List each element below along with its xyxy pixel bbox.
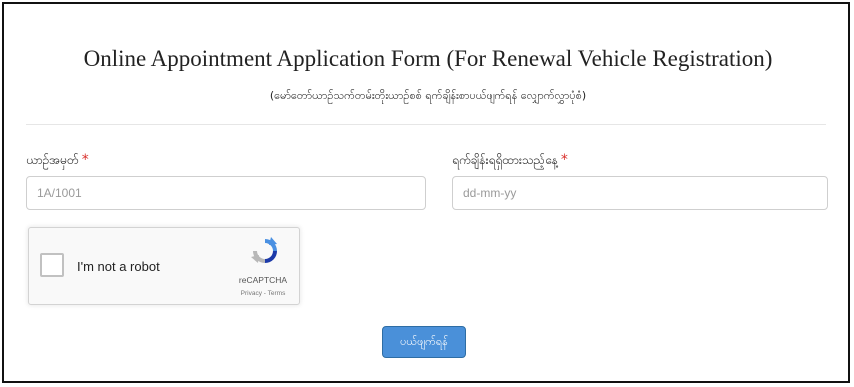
divider	[26, 124, 826, 125]
recaptcha-checkbox[interactable]	[40, 253, 64, 277]
privacy-link[interactable]: Privacy	[241, 290, 262, 297]
page-title: Online Appointment Application Form (For…	[83, 46, 773, 71]
cancel-submit-button[interactable]: ပယ်ဖျက်ရန်	[382, 326, 466, 358]
required-asterisk: *	[81, 152, 89, 168]
form-panel: Online Appointment Application Form (For…	[2, 2, 850, 383]
vehicle-number-label-text: ယာဉ်အမှတ်	[26, 153, 79, 167]
vehicle-number-input[interactable]	[26, 176, 426, 210]
appointment-date-label-text: ရက်ချိန်းရရှိထားသည့်နေ့	[452, 153, 558, 167]
recaptcha-widget: I'm not a robot reCAPTCHA Privacy - Term…	[28, 227, 300, 305]
appointment-date-label: ရက်ချိန်းရရှိထားသည့်နေ့ *	[452, 152, 568, 170]
recaptcha-links: Privacy - Terms	[225, 290, 301, 297]
vehicle-number-label: ယာဉ်အမှတ် *	[26, 152, 89, 170]
appointment-date-input[interactable]	[452, 176, 828, 210]
required-asterisk: *	[560, 152, 568, 168]
recaptcha-brand: reCAPTCHA	[238, 275, 288, 285]
page-subtitle: (မော်တော်ယာဉ်သက်တမ်းတိုးယာဉ်စစ် ရက်ချိန်…	[269, 89, 587, 102]
recaptcha-label: I'm not a robot	[77, 259, 160, 274]
terms-link[interactable]: Terms	[268, 290, 286, 297]
recaptcha-logo-icon	[251, 237, 277, 263]
